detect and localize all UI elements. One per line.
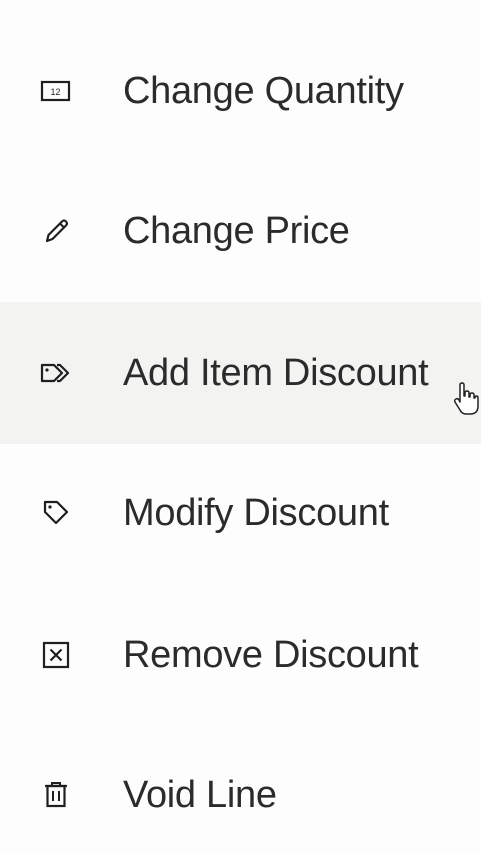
menu-item-label: Void Line [123,773,277,816]
menu-item-label: Modify Discount [123,491,389,534]
svg-text:12: 12 [50,87,60,97]
menu-item-label: Change Price [123,209,350,252]
menu-item-modify-discount[interactable]: Modify Discount [0,442,481,584]
menu-item-add-item-discount[interactable]: Add Item Discount [0,302,481,444]
menu-item-void-line[interactable]: Void Line [0,724,481,853]
menu-item-change-price[interactable]: Change Price [0,160,481,302]
tag-icon [38,495,74,531]
menu-item-remove-discount[interactable]: Remove Discount [0,584,481,726]
action-menu: 12 Change Quantity Change Price Add Item… [0,0,481,853]
menu-item-change-quantity[interactable]: 12 Change Quantity [0,20,481,162]
pencil-icon [38,213,74,249]
tags-icon [38,355,74,391]
quantity-box-icon: 12 [38,73,74,109]
hand-cursor-icon [452,382,480,416]
trash-icon [38,777,74,813]
menu-item-label: Remove Discount [123,633,419,676]
close-box-icon [38,637,74,673]
menu-item-label: Change Quantity [123,69,404,112]
menu-item-label: Add Item Discount [123,351,429,394]
